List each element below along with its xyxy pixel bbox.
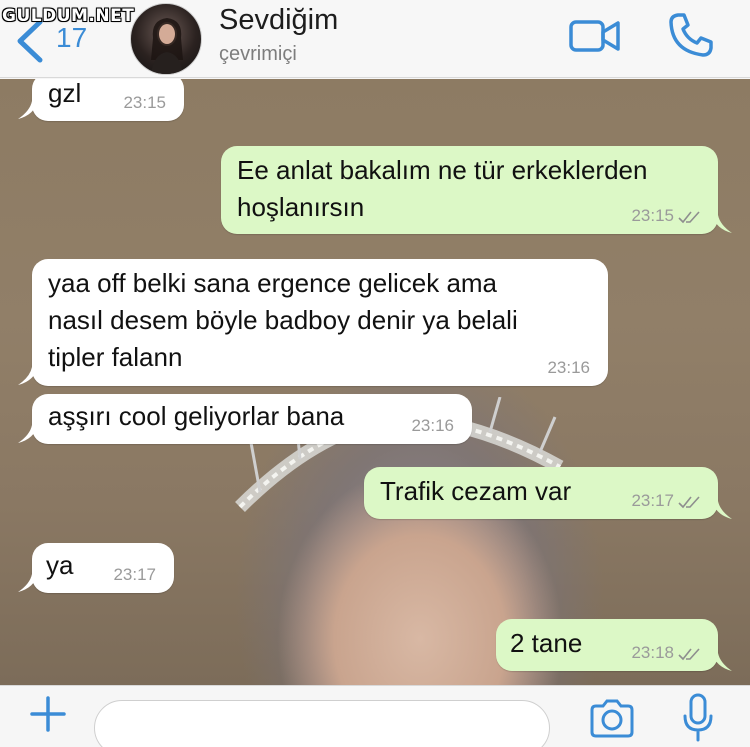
bubble-tail [18,574,38,592]
message-time: 23:16 [547,358,590,377]
message-time: 23:15 [631,206,674,225]
bubble-tail [18,425,38,443]
message-bubble-incoming[interactable]: aşşırı cool geliyorlar bana 23:16 [32,394,472,444]
video-call-button[interactable] [568,16,622,56]
plus-icon [30,696,66,732]
microphone-button[interactable] [680,692,716,742]
message-time: 23:18 [631,643,674,662]
message-input-bar [0,685,750,747]
message-text: yaa off belki sana ergence gelicek ama n… [48,268,518,372]
message-bubble-incoming[interactable]: yaa off belki sana ergence gelicek ama n… [32,259,608,386]
message-time: 23:17 [113,565,156,584]
message-time: 23:15 [123,93,166,112]
message-bubble-outgoing[interactable]: Ee anlat bakalım ne tür erkeklerden hoşl… [221,146,718,234]
microphone-icon [683,693,713,742]
contact-status: çevrimiçi [219,43,297,65]
message-bubble-outgoing[interactable]: Trafik cezam var 23:17 [364,467,718,519]
video-camera-icon [569,20,620,52]
message-bubble-incoming[interactable]: gzl 23:15 [32,79,184,121]
message-bubble-outgoing[interactable]: 2 tane 23:18 [496,619,718,671]
voice-call-button[interactable] [666,10,716,60]
attach-button[interactable] [28,694,68,734]
unread-count: 17 [56,22,88,53]
bubble-tail [712,501,732,519]
watermark-logo: GULDUM.NET [2,6,135,26]
bubble-tail [712,653,732,671]
message-text: aşşırı cool geliyorlar bana [48,401,345,431]
read-receipt-icon [678,648,700,661]
bubble-tail [18,367,38,385]
read-receipt-icon [678,211,700,224]
bubble-tail [712,215,732,233]
read-receipt-icon [678,496,700,509]
camera-button[interactable] [588,698,636,738]
message-time: 23:17 [631,491,674,510]
phone-icon [669,13,713,57]
avatar-photo [151,18,183,74]
camera-icon [590,699,634,738]
avatar[interactable] [130,3,202,75]
chat-area[interactable]: gzl 23:15 Ee anlat bakalım ne tür erkekl… [0,79,750,685]
message-bubble-incoming[interactable]: ya 23:17 [32,543,174,593]
contact-name[interactable]: Sevdiğim [219,4,338,37]
bubble-tail [18,101,38,119]
message-time: 23:16 [411,416,454,435]
message-input[interactable] [94,700,550,747]
